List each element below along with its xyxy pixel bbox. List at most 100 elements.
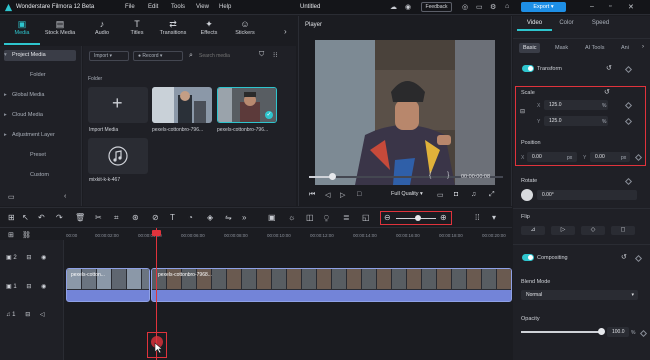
tab-speed[interactable]: Speed [583,20,618,26]
record-dropdown[interactable]: ● Record ▾ [133,51,183,61]
keyframe-toolbar-icon[interactable]: ◈ [207,213,213,222]
tab-effects[interactable]: ✦ Effects [191,18,227,45]
blend-mode-dropdown[interactable]: Normal ▾ [521,290,638,300]
mark-out-icon[interactable]: } [447,172,449,179]
marker-icon[interactable]: ◱ [362,213,370,222]
opacity-slider-knob[interactable] [598,328,605,335]
frame-back-icon[interactable]: ◁ [325,191,330,199]
layout-icon[interactable]: ▭ [476,3,483,11]
eye-icon[interactable]: ◉ [41,284,46,290]
snap-icon[interactable]: ☼ [288,213,295,222]
media-thumb-1[interactable] [152,87,212,123]
nav-adjustment-layer[interactable]: ▸ Adjustment Layer [4,130,76,141]
compositing-toggle[interactable] [522,254,534,261]
add-track-icon[interactable]: ⊞ [8,231,14,239]
tab-color[interactable]: Color [549,20,584,26]
eye-icon[interactable]: ◉ [41,255,46,261]
keyframe-icon[interactable] [624,177,633,186]
tab-titles[interactable]: T Titles [119,18,155,45]
tab-stock-media[interactable]: ▤ Stock Media [42,18,78,45]
select-arrow-icon[interactable]: ↖ [22,213,29,222]
zoom-in-icon[interactable]: ⊕ [440,213,447,222]
play-icon[interactable]: ▷ [340,191,345,199]
subtab-mask[interactable]: Mask [551,43,572,53]
import-media-tile[interactable]: + [88,87,148,123]
lock-icon[interactable]: ⊟ [26,284,31,290]
reset-icon[interactable]: ↺ [606,64,612,72]
rotate-left-button[interactable]: ◇ [581,226,605,235]
export-button[interactable]: Export ▾ [521,2,566,12]
menu-file[interactable]: File [125,4,135,10]
zoom-out-icon[interactable]: ⊖ [384,213,391,222]
nav-folder[interactable]: Folder [4,70,76,81]
opacity-slider[interactable] [521,328,605,335]
adjust-icon[interactable]: ⇋ [225,213,232,222]
search-input[interactable] [199,51,255,61]
filter-icon[interactable]: ⛉ [259,51,264,59]
nav-custom[interactable]: Custom [4,170,76,181]
grid-view-icon[interactable]: ⁝⁝ [273,51,277,59]
snapshot-icon[interactable]: ◘ [454,191,458,198]
speaker-icon[interactable]: ◁ [40,312,45,318]
chevron-right-icon[interactable]: › [642,44,644,50]
menu-tools[interactable]: Tools [171,4,185,10]
delete-icon[interactable]: 🗑︎ [75,213,85,222]
speed-icon[interactable]: ◔ [188,213,193,222]
nav-project-media[interactable]: ▾ Project Media [4,50,76,61]
redo-icon[interactable]: ↷ [56,213,63,222]
crop-icon[interactable]: ⌗ [114,213,119,223]
quality-dropdown[interactable]: Full Quality ▾ [391,191,423,197]
flip-horizontal-button[interactable]: ⊿ [521,226,545,235]
video-clip-2[interactable]: pexels-cottonbro-7968... [151,268,512,302]
reset-icon[interactable]: ↺ [604,88,610,96]
rotate-input[interactable]: 0.00° [537,190,637,200]
collapse-icon[interactable]: ‹ [64,193,66,200]
render-icon[interactable]: ▣ [268,213,276,222]
flip-vertical-button[interactable]: ▷ [551,226,575,235]
stop-icon[interactable]: □ [357,191,361,198]
account-icon[interactable]: ◎ [462,3,468,11]
scale-y-input[interactable]: 125.0 [544,116,608,126]
rotate-right-button[interactable]: ◻ [611,226,635,235]
keyframe-icon[interactable] [634,254,643,263]
zoom-slider-knob[interactable] [415,215,421,221]
menu-view[interactable]: View [196,4,209,10]
settings-icon[interactable]: ⚙ [490,3,496,11]
lock-icon[interactable]: ⊟ [520,108,525,115]
keyframe-icon[interactable] [624,65,633,74]
mark-in-icon[interactable]: { [429,172,431,179]
menu-edit[interactable]: Edit [148,4,158,10]
subtab-animation[interactable]: Ani [617,43,633,53]
tab-media[interactable]: ▣ Media [4,18,40,45]
nav-global-media[interactable]: ▸ Global Media [4,90,76,101]
tab-transitions[interactable]: ⇄ Transitions [155,18,191,45]
tab-audio[interactable]: ♪ Audio [84,18,120,45]
scale-x-input[interactable]: 125.0 [544,100,608,110]
gift-icon[interactable]: ⌂ [505,3,509,10]
nav-preset[interactable]: Preset [4,150,76,161]
fullscreen-icon[interactable]: ⤢ [489,191,495,199]
video-clip-1[interactable]: pexels-cotton... [66,268,150,302]
new-folder-icon[interactable]: ▭ [8,193,15,201]
lock-icon[interactable]: ⊟ [26,255,31,261]
nav-cloud-media[interactable]: ▸ Cloud Media [4,110,76,121]
display-icon[interactable]: ▭ [437,191,444,199]
undo-icon[interactable]: ↶ [38,213,45,222]
menu-help[interactable]: Help [219,4,231,10]
rotate-dial[interactable] [521,189,533,201]
mask-icon[interactable]: ⊘ [152,213,159,222]
link-icon[interactable]: ⛓ [22,231,31,239]
volume-icon[interactable]: ♫ [471,191,476,198]
opacity-input[interactable]: 100.0 [607,327,629,337]
chevron-down-icon[interactable]: ▾ [492,213,496,222]
lock-icon[interactable]: ⊟ [25,312,30,318]
reset-icon[interactable]: ↺ [621,253,627,261]
media-thumb-2[interactable]: ✓ [217,87,277,123]
text-icon[interactable]: T [170,213,175,222]
notification-icon[interactable]: ◉ [405,3,411,11]
minimize-icon[interactable]: – [590,3,594,10]
subtab-basic[interactable]: Basic [519,43,541,53]
feedback-button[interactable]: Feedback [421,2,452,12]
keyframe-icon[interactable] [639,329,648,338]
tab-video[interactable]: Video [517,20,552,26]
